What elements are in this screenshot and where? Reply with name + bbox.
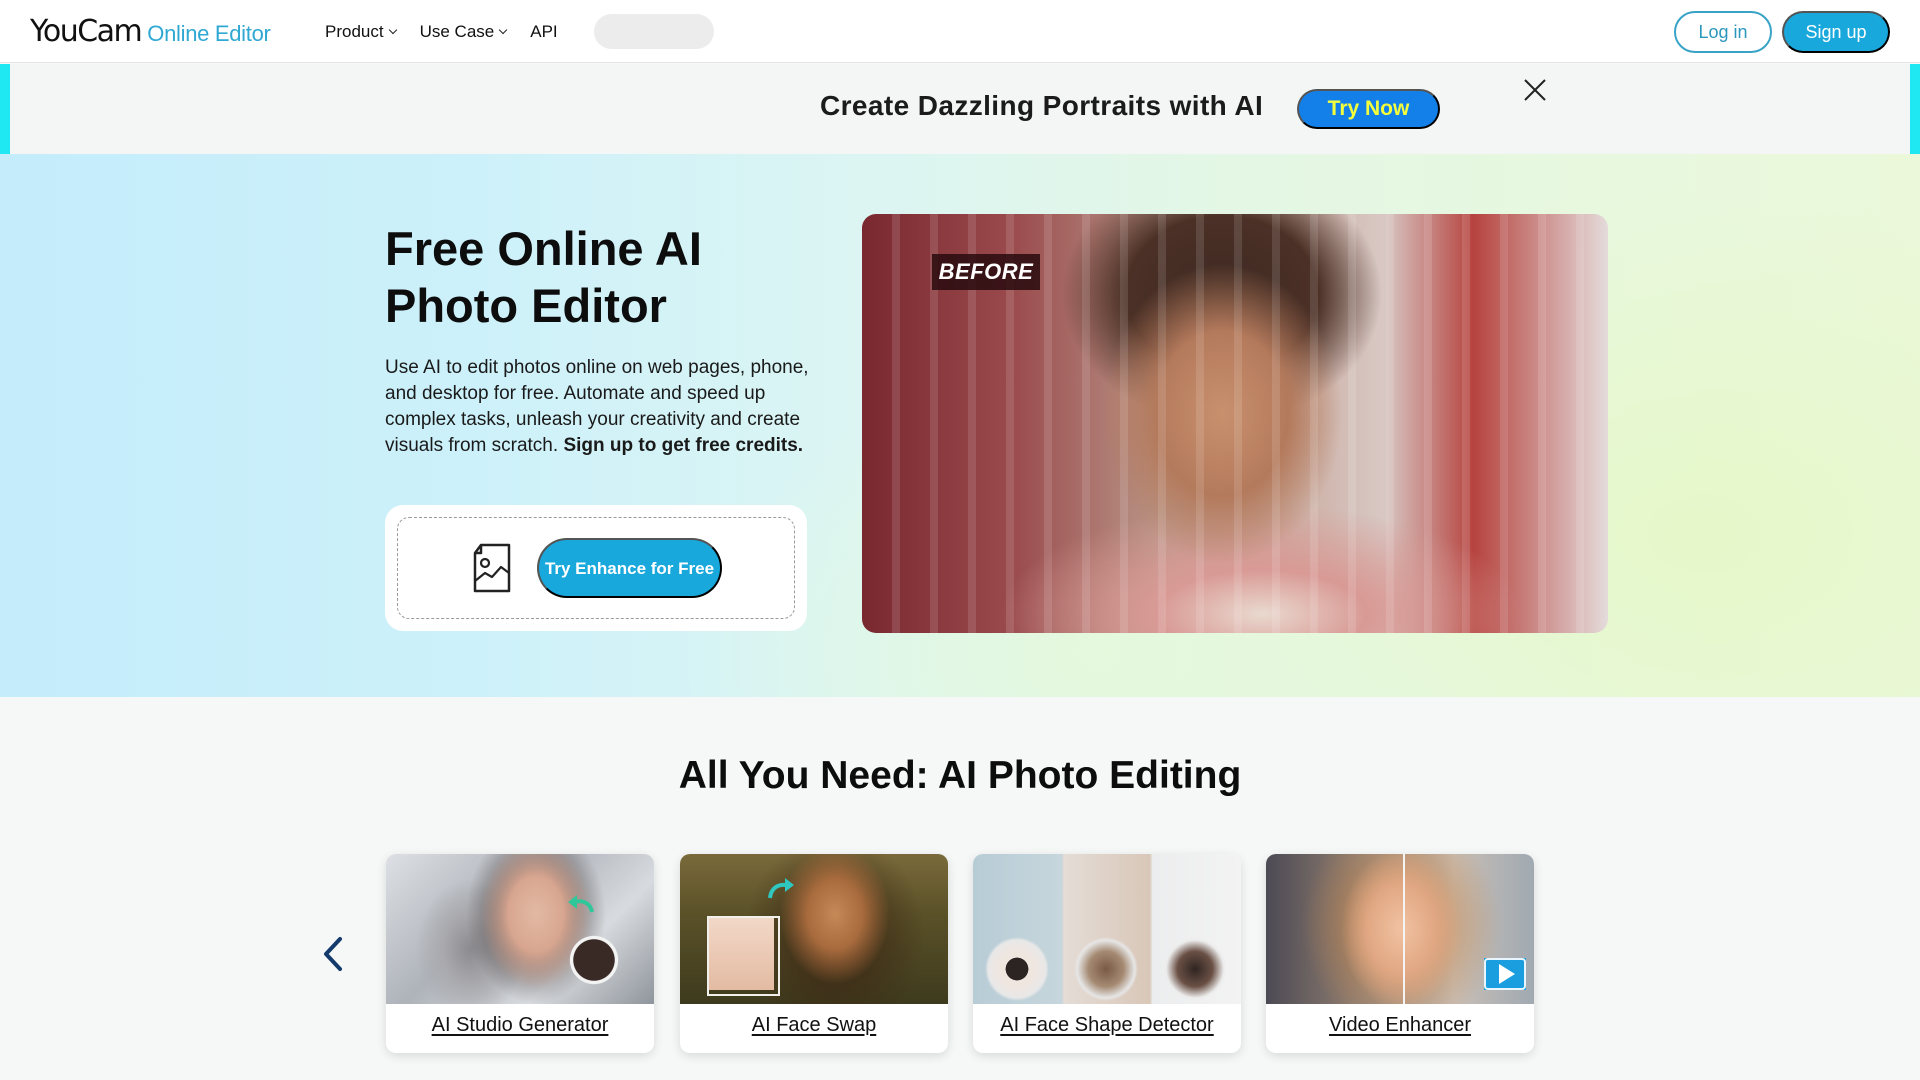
card-image: [680, 854, 948, 1004]
signup-button[interactable]: Sign up: [1782, 11, 1890, 53]
main-nav: Product Use Case API: [325, 0, 714, 63]
image-file-icon: [472, 543, 512, 593]
curved-arrow-icon: [768, 878, 794, 899]
card-label[interactable]: AI Studio Generator: [386, 1014, 654, 1037]
nav-api-label: API: [530, 21, 558, 41]
hero-before-after-image[interactable]: BEFORE: [862, 214, 1608, 633]
upload-dropzone[interactable]: Try Enhance for Free: [397, 517, 795, 619]
card-image: [1266, 854, 1534, 1004]
promo-banner: Create Dazzling Portraits with AI Try No…: [0, 64, 1920, 154]
banner-accent-left: [0, 64, 10, 154]
card-label[interactable]: AI Face Shape Detector: [973, 1014, 1241, 1037]
login-button[interactable]: Log in: [1674, 11, 1772, 53]
top-nav-bar: YouCam Online Editor Product Use Case AP…: [0, 0, 1920, 63]
logo[interactable]: YouCam Online Editor: [30, 14, 271, 49]
feature-card-ai-face-swap[interactable]: AI Face Swap: [680, 854, 948, 1053]
try-now-button[interactable]: Try Now: [1297, 89, 1440, 129]
hero-description-cta: Sign up to get free credits.: [563, 435, 804, 456]
play-icon: [1484, 958, 1526, 990]
card-label[interactable]: Video Enhancer: [1266, 1014, 1534, 1037]
chevron-down-icon: [388, 25, 397, 35]
feature-card-ai-face-shape-detector[interactable]: AI Face Shape Detector: [973, 854, 1241, 1053]
upload-card: Try Enhance for Free: [385, 505, 807, 631]
card-label[interactable]: AI Face Swap: [680, 1014, 948, 1037]
hero-title: Free Online AI Photo Editor: [385, 222, 702, 332]
banner-accent-right: [1910, 64, 1920, 154]
feature-card-ai-studio-generator[interactable]: AI Studio Generator: [386, 854, 654, 1053]
logo-wordmark: YouCam: [30, 14, 143, 49]
card-image: [973, 854, 1241, 1004]
try-enhance-button[interactable]: Try Enhance for Free: [537, 538, 722, 598]
logo-subtitle: Online Editor: [147, 21, 271, 46]
before-tag: BEFORE: [932, 254, 1040, 290]
nav-use-case-label: Use Case: [419, 21, 495, 41]
feature-card-video-enhancer[interactable]: Video Enhancer: [1266, 854, 1534, 1053]
banner-text: Create Dazzling Portraits with AI: [820, 90, 1264, 121]
features-title: All You Need: AI Photo Editing: [678, 754, 1242, 797]
card-image: [386, 854, 654, 1004]
chevron-left-icon[interactable]: [318, 934, 348, 974]
nav-placeholder-pill[interactable]: [593, 14, 714, 49]
chevron-down-icon: [498, 25, 508, 35]
curved-arrow-icon: [568, 895, 594, 913]
hero-description: Use AI to edit photos online on web page…: [385, 355, 815, 459]
close-icon[interactable]: [1522, 77, 1548, 103]
hero-section: Free Online AI Photo Editor Use AI to ed…: [0, 154, 1920, 697]
nav-api[interactable]: API: [530, 22, 557, 42]
nav-product-label: Product: [325, 21, 384, 41]
nav-product[interactable]: Product: [325, 21, 397, 42]
nav-use-case[interactable]: Use Case: [419, 21, 508, 42]
